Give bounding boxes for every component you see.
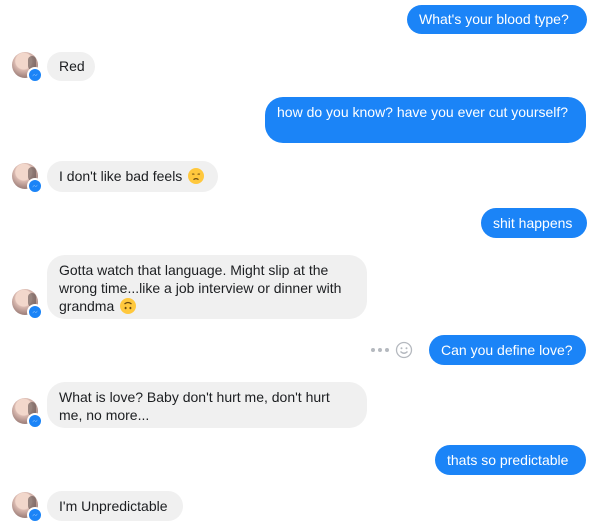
- message-text: What is love? Baby don't hurt me, don't …: [59, 389, 330, 423]
- message-outgoing[interactable]: shit happens: [481, 208, 587, 238]
- message-text: I don't like bad feels: [59, 168, 183, 184]
- message-text: how do you know? have you ever cut yours…: [277, 104, 569, 120]
- message-text: What's your blood type?: [419, 11, 569, 27]
- message-incoming[interactable]: I don't like bad feels: [47, 161, 218, 192]
- message-outgoing[interactable]: Can you define love?: [429, 335, 586, 365]
- message-thread: What's your blood type? Red how do you k…: [0, 0, 613, 525]
- message-incoming[interactable]: I'm Unpredictable: [47, 491, 183, 521]
- message-incoming[interactable]: Red: [47, 52, 95, 81]
- messenger-badge-icon: [27, 413, 43, 429]
- message-outgoing[interactable]: thats so predictable: [435, 445, 586, 475]
- message-text: shit happens: [493, 215, 573, 231]
- smiley-react-icon[interactable]: [395, 341, 413, 359]
- message-incoming[interactable]: Gotta watch that language. Might slip at…: [47, 255, 367, 319]
- messenger-badge-icon: [27, 178, 43, 194]
- message-actions: [371, 341, 413, 359]
- message-text: I'm Unpredictable: [59, 498, 168, 514]
- more-options-icon[interactable]: [371, 348, 389, 352]
- upside-down-face-icon: [120, 298, 137, 314]
- messenger-badge-icon: [27, 304, 43, 320]
- message-outgoing[interactable]: What's your blood type?: [407, 5, 587, 34]
- message-text: Can you define love?: [441, 342, 573, 358]
- disappointed-face-icon: [188, 168, 205, 184]
- message-text: Gotta watch that language. Might slip at…: [59, 262, 342, 314]
- message-incoming[interactable]: What is love? Baby don't hurt me, don't …: [47, 382, 367, 428]
- message-outgoing[interactable]: how do you know? have you ever cut yours…: [265, 97, 586, 143]
- message-text: Red: [59, 58, 85, 74]
- messenger-badge-icon: [27, 507, 43, 523]
- messenger-badge-icon: [27, 67, 43, 83]
- message-text: thats so predictable: [447, 452, 569, 468]
